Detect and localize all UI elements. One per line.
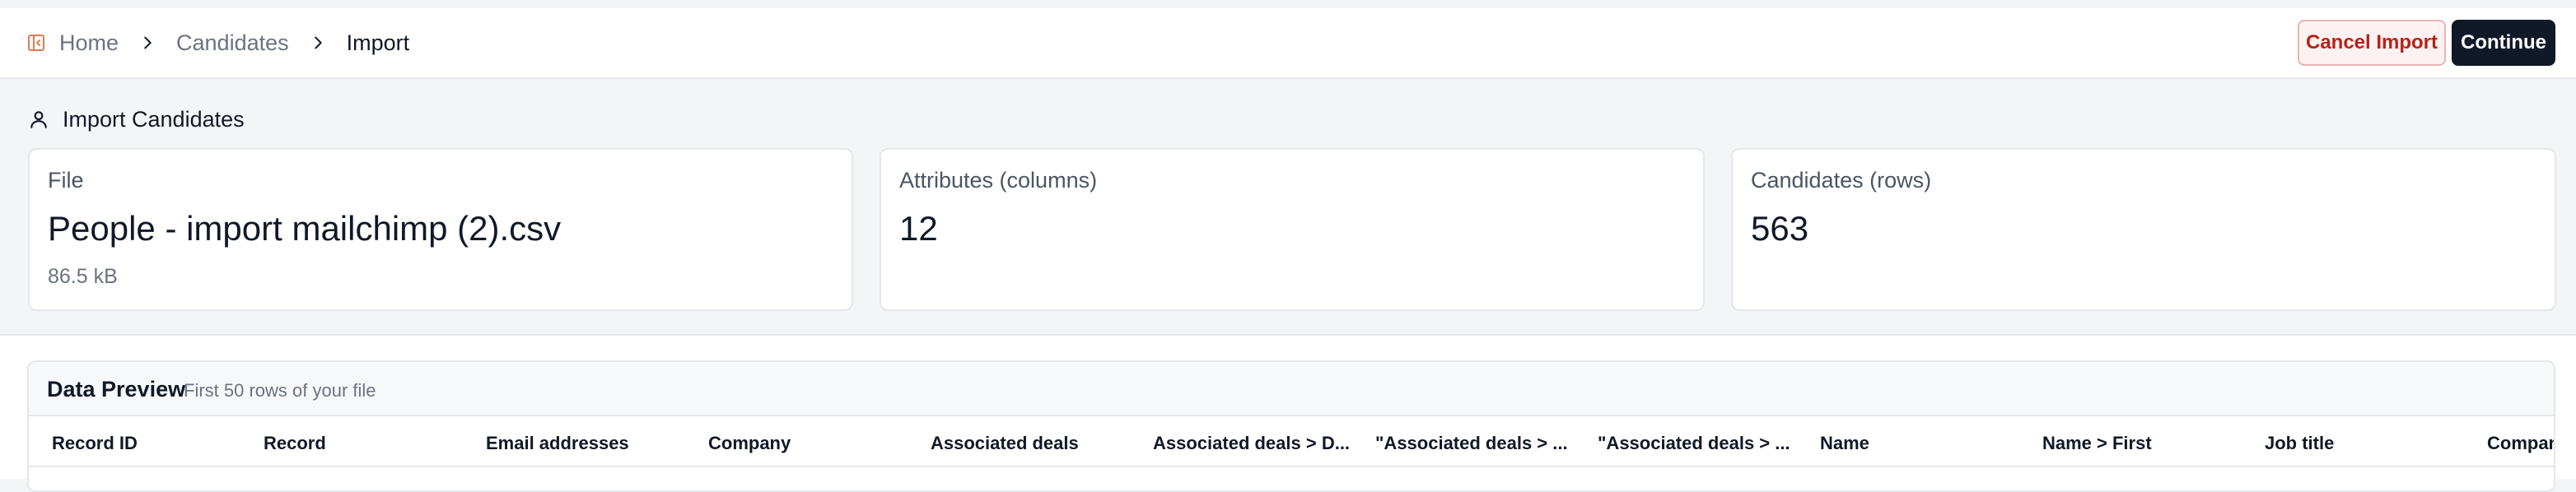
candidates-count: 563	[1751, 209, 1809, 248]
attributes-card-label: Attributes (columns)	[899, 168, 1098, 193]
section-title: Import Candidates	[28, 105, 245, 133]
file-size: 86.5 kB	[48, 265, 118, 288]
column-header[interactable]: "Associated deals > ...	[1598, 433, 1790, 454]
file-name: People - import mailchimp (2).csv	[48, 209, 562, 248]
continue-button[interactable]: Continue	[2452, 20, 2555, 66]
breadcrumb-import: Import	[346, 30, 410, 55]
cancel-import-button[interactable]: Cancel Import	[2298, 20, 2446, 66]
data-preview-title: Data Preview	[47, 377, 186, 401]
column-header[interactable]: Compan	[2487, 433, 2554, 454]
column-header[interactable]: Email addresses	[486, 433, 629, 454]
column-header[interactable]: Name	[1820, 433, 1869, 454]
section-title-text: Import Candidates	[63, 106, 245, 132]
page-header: Home Candidates Import Cancel Import Con…	[0, 8, 2576, 79]
data-preview-section: Data Preview First 50 rows of your file …	[0, 334, 2576, 492]
column-header[interactable]: Associated deals	[931, 433, 1079, 454]
breadcrumb: Home Candidates Import	[59, 28, 409, 58]
sidebar-toggle-icon[interactable]	[26, 33, 46, 53]
data-preview-table: Data Preview First 50 rows of your file …	[27, 360, 2555, 492]
column-header[interactable]: Company	[708, 433, 791, 454]
user-icon	[28, 109, 49, 130]
column-header[interactable]: Record	[264, 433, 326, 454]
chevron-right-icon	[138, 34, 156, 52]
data-preview-header: Data Preview First 50 rows of your file	[29, 362, 2554, 416]
file-card-label: File	[48, 168, 84, 193]
chevron-right-icon	[309, 34, 327, 52]
breadcrumb-candidates[interactable]: Candidates	[176, 30, 289, 56]
data-preview-subtitle: First 50 rows of your file	[184, 380, 376, 401]
table-header-row: Record ID Record Email addresses Company…	[29, 418, 2554, 467]
column-header[interactable]: Job title	[2265, 433, 2334, 454]
file-card: File People - import mailchimp (2).csv 8…	[28, 148, 853, 311]
top-strip	[0, 0, 2576, 8]
candidates-card: Candidates (rows) 563	[1731, 148, 2556, 311]
column-header[interactable]: Associated deals > D...	[1153, 433, 1350, 454]
column-header[interactable]: Record ID	[52, 433, 138, 454]
column-header[interactable]: Name > First	[2042, 433, 2152, 454]
attributes-count: 12	[899, 209, 938, 248]
column-header[interactable]: "Associated deals > ...	[1375, 433, 1568, 454]
candidates-card-label: Candidates (rows)	[1751, 168, 1932, 193]
attributes-card: Attributes (columns) 12	[880, 148, 1705, 311]
breadcrumb-home[interactable]: Home	[59, 30, 119, 56]
